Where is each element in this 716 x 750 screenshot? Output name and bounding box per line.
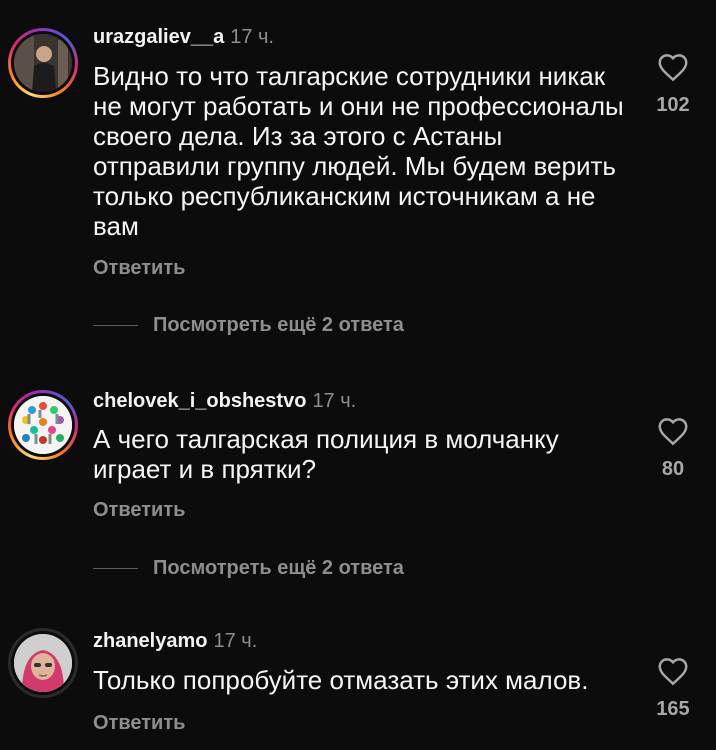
like-count: 80 <box>661 458 685 480</box>
view-replies-button[interactable]: Посмотреть ещё 2 ответа <box>73 557 404 580</box>
comment-text: Видно то что талгарские сотрудники никак… <box>93 61 624 241</box>
view-replies-button[interactable]: Посмотреть ещё 2 ответа <box>73 314 404 337</box>
like-count: 165 <box>656 698 690 720</box>
reply-button[interactable]: Ответить <box>93 712 185 735</box>
view-replies-label: Посмотреть ещё 2 ответа <box>153 314 404 336</box>
like-count: 102 <box>656 94 690 116</box>
comment-time: 17 ч. <box>213 630 258 652</box>
avatar <box>8 628 78 698</box>
heart-outline-icon[interactable] <box>656 656 690 686</box>
avatar[interactable] <box>8 390 78 460</box>
view-replies-label: Посмотреть ещё 2 ответа <box>153 557 404 579</box>
comment-time: 17 ч. <box>312 390 357 412</box>
comment-time: 17 ч. <box>230 26 274 48</box>
avatar[interactable] <box>8 28 78 98</box>
comment-text: А чего талгарская полиция в молчанку игр… <box>93 424 559 484</box>
like-button[interactable]: 80 <box>636 416 710 481</box>
comment-text: Только попробуйте отмазать этих малов. <box>93 665 589 695</box>
like-button[interactable]: 165 <box>636 656 710 721</box>
username[interactable]: zhanelyamo <box>93 630 207 652</box>
divider-line <box>93 568 138 570</box>
divider-line <box>93 325 138 327</box>
heart-outline-icon[interactable] <box>656 416 690 446</box>
reply-button[interactable]: Ответить <box>93 257 185 280</box>
like-button[interactable]: 102 <box>636 52 710 117</box>
heart-outline-icon[interactable] <box>656 52 690 82</box>
username[interactable]: chelovek_i_obshestvo <box>93 390 306 412</box>
reply-button[interactable]: Ответить <box>93 499 185 522</box>
username[interactable]: urazgaliev__a <box>93 26 224 48</box>
